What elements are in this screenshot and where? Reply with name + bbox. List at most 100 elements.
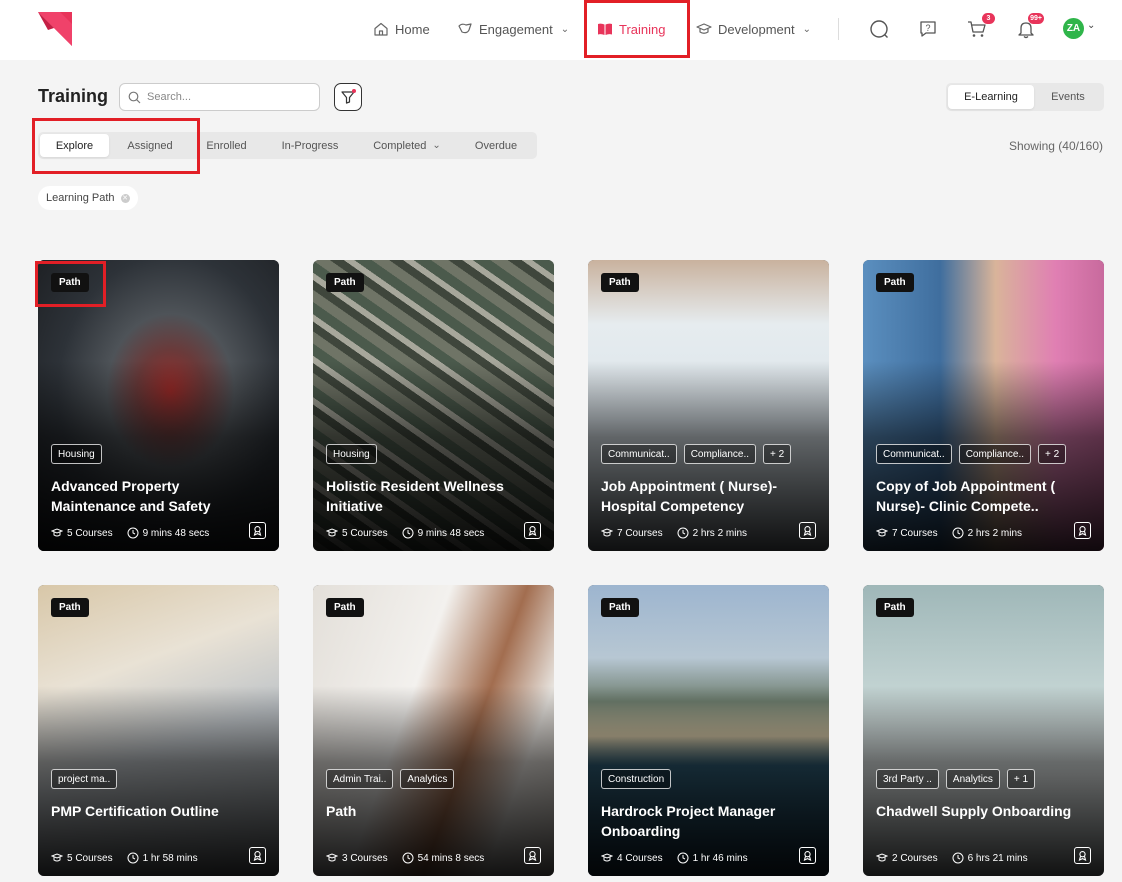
category-tag: Communicat.. (601, 444, 677, 464)
card-tags: Housing (51, 444, 102, 464)
ribbon-icon (253, 526, 262, 536)
learning-path-card[interactable]: Path Admin Trai.. Analytics Path 3 Courses 54… (313, 585, 554, 876)
status-tabs: Explore Assigned Enrolled In-Progress Co… (38, 132, 537, 159)
page-title: Training (38, 86, 109, 106)
certificate-icon[interactable] (1074, 522, 1091, 539)
search-field[interactable] (119, 83, 320, 111)
duration: 2 hrs 2 mins (967, 527, 1023, 539)
mode-elearning[interactable]: E-Learning (948, 85, 1034, 109)
nav-development[interactable]: Development ⌄ (696, 18, 811, 40)
clock-icon (402, 527, 414, 539)
courses-icon (601, 853, 613, 862)
book-icon (598, 23, 612, 35)
certificate-icon[interactable] (249, 847, 266, 864)
notifications-button[interactable]: 99+ (1014, 13, 1044, 41)
card-title: Copy of Job Appointment ( Nurse)- Clinic… (876, 478, 1056, 514)
close-icon[interactable]: ✕ (120, 193, 130, 203)
learning-path-card[interactable]: Path Housing Advanced Property Maintenance… (38, 260, 279, 551)
tab-overdue[interactable]: Overdue (462, 134, 530, 157)
card-meta: 7 Courses 2 hrs 2 mins (876, 527, 1022, 539)
course-count: 5 Courses (67, 527, 113, 539)
card-meta: 5 Courses 9 mins 48 secs (51, 527, 209, 539)
brand-logo[interactable] (38, 12, 72, 46)
path-badge: Path (601, 273, 639, 292)
path-badge: Path (51, 598, 89, 617)
learning-path-card[interactable]: Path Communicat.. Compliance.. + 2 Copy of J… (863, 260, 1104, 551)
top-navigation: Home Engagement ⌄ Training Development ⌄… (0, 0, 1122, 60)
category-tag: Construction (601, 769, 672, 789)
search-button[interactable] (867, 17, 891, 41)
category-tag: Housing (51, 444, 102, 464)
tab-assigned[interactable]: Assigned (113, 134, 187, 157)
learning-path-card[interactable]: Path project ma.. PMP Certification Outlin… (38, 585, 279, 876)
certificate-icon[interactable] (1074, 847, 1091, 864)
certificate-icon[interactable] (799, 522, 816, 539)
category-tag: Compliance.. (958, 444, 1032, 464)
path-badge: Path (876, 273, 914, 292)
help-button[interactable]: ? (916, 17, 940, 41)
courses-icon (601, 528, 613, 537)
learning-path-card[interactable]: Path 3rd Party .. Analytics + 1 Chadwell Sup… (863, 585, 1104, 876)
card-tags: 3rd Party .. Analytics + 1 (876, 769, 1036, 789)
certificate-icon[interactable] (249, 522, 266, 539)
card-tags: Communicat.. Compliance.. + 2 (601, 444, 792, 464)
mode-events[interactable]: Events (1034, 85, 1102, 109)
ribbon-icon (253, 851, 262, 861)
chevron-down-icon[interactable]: ⌄ (1087, 20, 1095, 31)
search-icon (870, 20, 888, 38)
nav-home[interactable]: Home (373, 18, 430, 40)
filter-button[interactable] (334, 83, 362, 111)
ribbon-icon (803, 526, 812, 536)
course-count: 3 Courses (342, 852, 388, 864)
certificate-icon[interactable] (799, 847, 816, 864)
courses-icon (876, 528, 888, 537)
course-count: 4 Courses (617, 852, 663, 864)
course-count: 2 Courses (892, 852, 938, 864)
mode-toggle: E-Learning Events (946, 83, 1104, 111)
certificate-icon[interactable] (524, 847, 541, 864)
card-title: Holistic Resident Wellness Initiative (326, 478, 504, 514)
tab-assigned-label: Assigned (127, 139, 173, 152)
clock-icon (127, 527, 139, 539)
duration: 1 hr 46 mins (692, 852, 748, 864)
ribbon-icon (1078, 851, 1087, 861)
card-tags: project ma.. (51, 769, 118, 789)
nav-engagement-label: Engagement (479, 21, 553, 37)
nav-engagement[interactable]: Engagement ⌄ (457, 18, 569, 40)
search-input[interactable] (147, 91, 307, 103)
card-meta: 2 Courses 6 hrs 21 mins (876, 852, 1028, 864)
tab-completed[interactable]: Completed ⌄ (362, 134, 452, 157)
ribbon-icon (1078, 526, 1087, 536)
ribbon-icon (803, 851, 812, 861)
category-tag: Compliance.. (683, 444, 757, 464)
path-badge: Path (876, 598, 914, 617)
clock-icon (952, 852, 964, 864)
card-meta: 7 Courses 2 hrs 2 mins (601, 527, 747, 539)
user-avatar[interactable]: ZA (1063, 18, 1084, 39)
card-title: Hardrock Project Manager Onboarding (601, 803, 776, 839)
tab-enrolled[interactable]: Enrolled (193, 134, 260, 157)
learning-path-card[interactable]: Path Construction Hardrock Project Manager… (588, 585, 829, 876)
nav-development-label: Development (718, 21, 795, 37)
certificate-icon[interactable] (524, 522, 541, 539)
search-icon (128, 91, 141, 103)
tab-explore-label: Explore (55, 139, 94, 152)
filter-chip[interactable]: Learning Path ✕ (38, 186, 138, 210)
duration: 9 mins 48 secs (417, 527, 485, 539)
category-tag: Communicat.. (876, 444, 952, 464)
category-tag: Admin Trai.. (326, 769, 394, 789)
tab-in-progress[interactable]: In-Progress (268, 134, 352, 157)
cart-button[interactable]: 3 (965, 13, 995, 41)
category-tag: Housing (326, 444, 377, 464)
learning-path-card[interactable]: Path Housing Holistic Resident Wellness In… (313, 260, 554, 551)
learning-path-card[interactable]: Path Communicat.. Compliance.. + 2 Job Appoi… (588, 260, 829, 551)
nav-training[interactable]: Training (597, 18, 665, 40)
help-chat-icon: ? (920, 21, 936, 37)
course-count: 7 Courses (892, 527, 938, 539)
course-count: 7 Courses (617, 527, 663, 539)
tab-explore[interactable]: Explore (40, 134, 109, 157)
courses-icon (51, 853, 63, 862)
card-title: Chadwell Supply Onboarding (876, 803, 1072, 819)
category-tag: Analytics (400, 769, 455, 789)
category-tag: + 1 (1006, 769, 1036, 789)
